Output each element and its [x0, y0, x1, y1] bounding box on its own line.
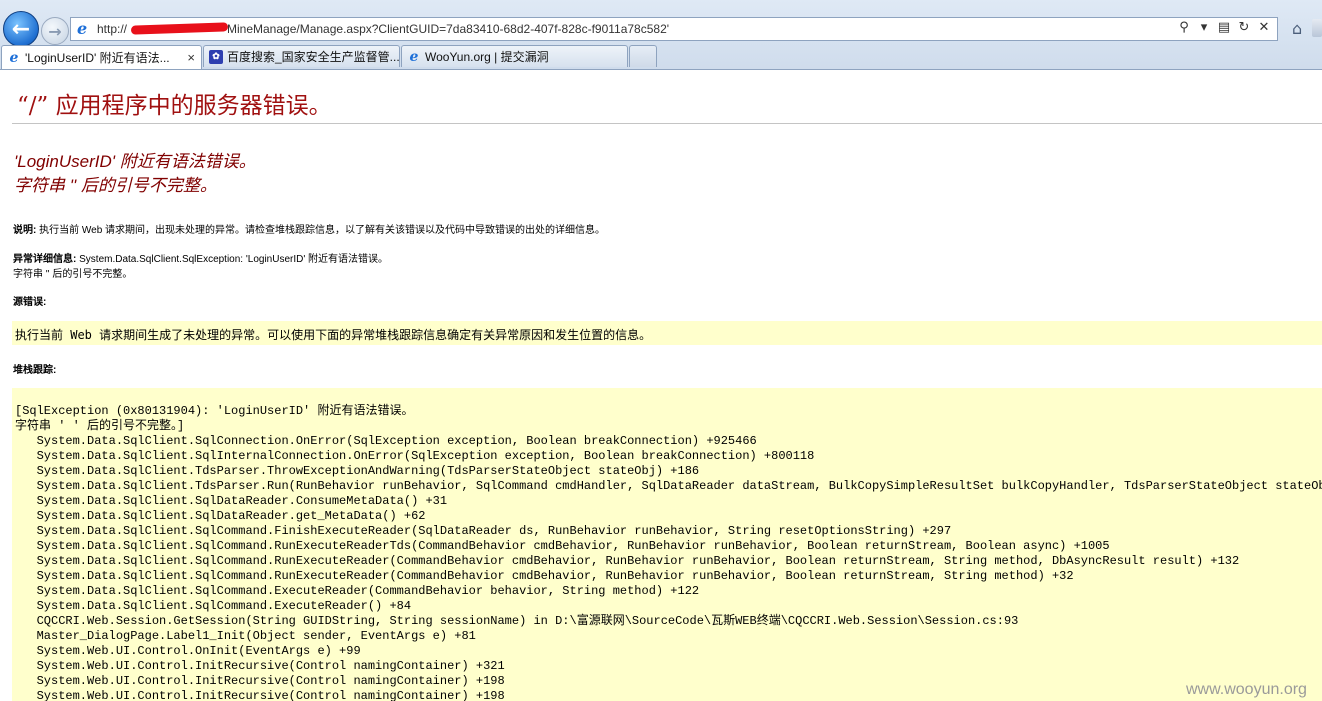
url-prefix: http:// [97, 22, 128, 36]
source-error-label: 源错误: [13, 297, 47, 308]
refresh-icon[interactable]: ↻ [1237, 20, 1251, 35]
stack-trace-text: [SqlException (0x80131904): 'LoginUserID… [15, 404, 1322, 701]
exception-label: 异常详细信息: [13, 254, 77, 265]
ie-icon: e [77, 19, 88, 38]
stack-trace-line: System.Data.SqlClient.SqlCommand.RunExec… [15, 569, 1074, 583]
stack-trace-line: System.Data.SqlClient.SqlCommand.RunExec… [15, 554, 1240, 568]
close-icon[interactable]: × [187, 50, 195, 65]
tab-strip: e 'LoginUserID' 附近有语法... × ✿ 百度搜索_国家安全生产… [0, 45, 1322, 69]
stack-trace-box: [SqlException (0x80131904): 'LoginUserID… [12, 388, 1322, 701]
exception-details-line: 异常详细信息: System.Data.SqlClient.SqlExcepti… [13, 250, 388, 265]
compat-view-icon[interactable]: ▤ [1217, 20, 1231, 35]
error-message-line1: 'LoginUserID' 附近有语法错误。 [14, 152, 256, 171]
stack-trace-line: System.Data.SqlClient.TdsParser.Run(RunB… [15, 479, 1322, 493]
browser-chrome: ← → e http:// MineManage/Manage.aspx?Cli… [0, 0, 1322, 70]
stack-trace-line: [SqlException (0x80131904): 'LoginUserID… [15, 404, 414, 418]
tab-label: 百度搜索_国家安全生产监督管... [227, 50, 400, 64]
title-divider [12, 123, 1322, 124]
stack-trace-line: System.Data.SqlClient.SqlCommand.FinishE… [15, 524, 952, 538]
search-icon[interactable]: ⚲ [1177, 20, 1191, 35]
stack-trace-line: System.Data.SqlClient.SqlCommand.RunExec… [15, 539, 1110, 553]
source-error-text: 执行当前 Web 请求期间生成了未处理的异常。可以使用下面的异常堆栈跟踪信息确定… [15, 328, 652, 342]
new-tab-button[interactable] [629, 45, 657, 67]
address-bar[interactable]: e http:// MineManage/Manage.aspx?ClientG… [70, 17, 1278, 41]
ie-icon: e [409, 48, 419, 65]
address-tools: ⚲ ▾ ▤ ↻ ✕ [1177, 20, 1271, 35]
description-line: 说明: 执行当前 Web 请求期间，出现未处理的异常。请检查堆栈跟踪信息，以了解… [13, 221, 605, 236]
forward-button[interactable]: → [41, 17, 69, 45]
exception-text: System.Data.SqlClient.SqlException: 'Log… [76, 254, 389, 265]
ie-icon: e [9, 49, 19, 66]
tab-baidu-search[interactable]: ✿ 百度搜索_国家安全生产监督管... [203, 45, 400, 67]
description-text: 执行当前 Web 请求期间，出现未处理的异常。请检查堆栈跟踪信息，以了解有关该错… [36, 225, 606, 236]
description-label: 说明: [13, 225, 37, 236]
page-content: “/” 应用程序中的服务器错误。 'LoginUserID' 附近有语法错误。 … [0, 70, 1322, 701]
back-button[interactable]: ← [3, 11, 39, 47]
watermark: www.wooyun.org [1186, 681, 1307, 698]
tab-login-error[interactable]: e 'LoginUserID' 附近有语法... × [1, 45, 202, 69]
stack-trace-line: System.Data.SqlClient.SqlDataReader.Cons… [15, 494, 448, 508]
page-title: “/” 应用程序中的服务器错误。 [17, 93, 332, 119]
stack-trace-label: 堆栈跟踪: [13, 365, 57, 376]
tab-wooyun[interactable]: e WooYun.org | 提交漏洞 [401, 45, 628, 67]
dropdown-icon[interactable]: ▾ [1197, 20, 1211, 35]
stack-trace-line: System.Data.SqlClient.TdsParser.ThrowExc… [15, 464, 700, 478]
stack-trace-line: Master_DialogPage.Label1_Init(Object sen… [15, 629, 476, 643]
home-icon[interactable]: ⌂ [1292, 19, 1302, 38]
stack-trace-line: CQCCRI.Web.Session.GetSession(String GUI… [15, 614, 1019, 628]
stack-trace-line: System.Web.UI.Control.InitRecursive(Cont… [15, 689, 505, 701]
stack-trace-line: 字符串 ' ' 后的引号不完整。] [15, 419, 185, 433]
back-arrow-icon: ← [11, 16, 31, 42]
tab-label: 'LoginUserID' 附近有语法... [25, 51, 170, 65]
url-text: MineManage/Manage.aspx?ClientGUID=7da834… [227, 22, 670, 36]
redaction-mark [130, 22, 229, 35]
source-error-box: 执行当前 Web 请求期间生成了未处理的异常。可以使用下面的异常堆栈跟踪信息确定… [12, 321, 1322, 345]
stack-trace-line: System.Web.UI.Control.InitRecursive(Cont… [15, 674, 505, 688]
tab-label: WooYun.org | 提交漏洞 [425, 50, 549, 64]
exception-details-line2: 字符串 '' 后的引号不完整。 [13, 269, 133, 280]
stack-trace-line: System.Data.SqlClient.SqlCommand.Execute… [15, 584, 700, 598]
stop-icon[interactable]: ✕ [1257, 20, 1271, 35]
forward-arrow-icon: → [48, 21, 62, 41]
stack-trace-line: System.Web.UI.Control.OnInit(EventArgs e… [15, 644, 361, 658]
toolbar-overflow-icon[interactable] [1312, 19, 1322, 37]
stack-trace-line: System.Data.SqlClient.SqlDataReader.get_… [15, 509, 426, 523]
stack-trace-line: System.Data.SqlClient.SqlConnection.OnEr… [15, 434, 757, 448]
stack-trace-line: System.Web.UI.Control.InitRecursive(Cont… [15, 659, 505, 673]
stack-trace-line: System.Data.SqlClient.SqlInternalConnect… [15, 449, 815, 463]
paw-icon: ✿ [209, 49, 223, 64]
stack-trace-line: System.Data.SqlClient.SqlCommand.Execute… [15, 599, 412, 613]
error-message-line2: 字符串 '' 后的引号不完整。 [14, 176, 217, 195]
error-heading: 'LoginUserID' 附近有语法错误。 字符串 '' 后的引号不完整。 [14, 150, 256, 198]
